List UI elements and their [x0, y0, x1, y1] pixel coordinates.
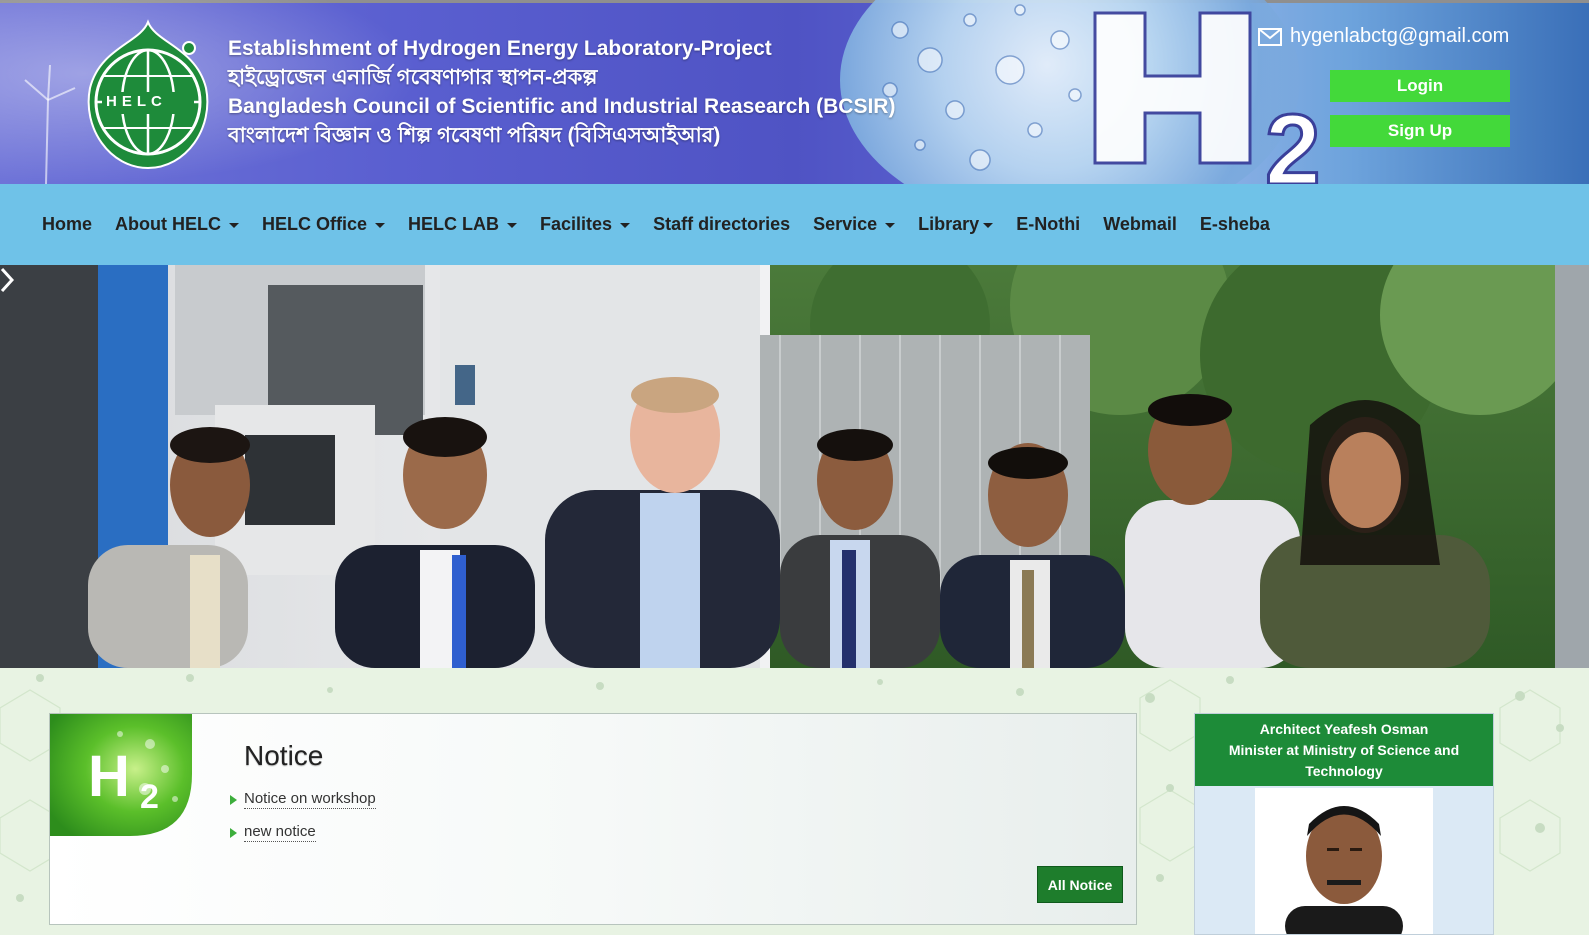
h2-notice-icon: H 2 — [50, 714, 192, 836]
login-button[interactable]: Login — [1330, 70, 1510, 102]
nav-library[interactable]: Library — [918, 214, 994, 235]
nav-label: HELC Office — [262, 214, 368, 234]
nav-e-sheba[interactable]: E-sheba — [1200, 214, 1270, 235]
logo-text: HELC — [106, 93, 167, 110]
title-line-bangla-council: বাংলাদেশ বিজ্ঞান ও শিল্প গবেষণা পরিষদ (ব… — [228, 124, 721, 147]
nav-label: Home — [42, 214, 93, 234]
list-item: new notice — [230, 823, 376, 842]
main-navbar: Home About HELC HELC Office HELC LAB Fac… — [0, 184, 1589, 265]
nav-label: Service — [813, 214, 878, 234]
all-notice-button[interactable]: All Notice — [1037, 866, 1123, 903]
title-line-english-council: Bangladesh Council of Scientific and Ind… — [228, 95, 896, 118]
nav-service[interactable]: Service — [813, 214, 896, 235]
minister-header: Architect Yeafesh Osman Minister at Mini… — [1195, 714, 1493, 786]
caret-down-icon — [620, 223, 631, 228]
notice-link[interactable]: Notice on workshop — [244, 790, 376, 809]
nav-label: Staff directories — [653, 214, 791, 234]
nav-label: HELC LAB — [408, 214, 500, 234]
title-line-english-project: Establishment of Hydrogen Energy Laborat… — [228, 37, 772, 60]
list-item: Notice on workshop — [230, 790, 376, 809]
minister-card: Architect Yeafesh Osman Minister at Mini… — [1194, 713, 1494, 935]
notice-card: H 2 Notice Notice on workshop new notice… — [49, 713, 1137, 925]
email-text: hygenlabctg@gmail.com — [1290, 25, 1510, 47]
signup-button[interactable]: Sign Up — [1330, 115, 1510, 147]
nav-helc-office[interactable]: HELC Office — [262, 214, 386, 235]
nav-about-helc[interactable]: About HELC — [115, 214, 239, 235]
bullet-arrow-icon — [230, 827, 237, 838]
notice-link[interactable]: new notice — [244, 823, 316, 842]
header-banner: HELC Establishment of Hydrogen Energy La… — [0, 0, 1589, 184]
notice-title: Notice — [244, 740, 324, 771]
caret-down-icon — [375, 223, 386, 228]
nav-label: Facilites — [540, 214, 613, 234]
minister-name: Architect Yeafesh Osman — [1259, 720, 1429, 737]
slider-next-arrow-icon[interactable] — [0, 265, 14, 295]
caret-down-icon — [229, 223, 239, 228]
svg-text:2: 2 — [140, 778, 159, 816]
nav-label: E-Nothi — [1016, 214, 1081, 234]
hero-slider — [0, 265, 1589, 668]
mail-icon — [1258, 27, 1282, 46]
nav-e-nothi[interactable]: E-Nothi — [1016, 214, 1080, 235]
nav-webmail[interactable]: Webmail — [1103, 214, 1177, 235]
nav-label: Library — [918, 214, 980, 234]
nav-label: Webmail — [1103, 214, 1177, 234]
minister-role: Minister at Ministry of Science and Tech… — [1228, 741, 1460, 779]
nav-label: E-sheba — [1199, 214, 1270, 234]
bullet-arrow-icon — [230, 794, 237, 805]
caret-down-icon — [885, 223, 896, 228]
nav-staff-directories[interactable]: Staff directories — [653, 214, 790, 235]
minister-photo — [1255, 788, 1433, 934]
notice-list: Notice on workshop new notice — [230, 790, 376, 856]
contact-email[interactable]: hygenlabctg@gmail.com — [1258, 25, 1509, 48]
title-line-bangla-project: হাইড্রোজেন এনার্জি গবেষণাগার স্থাপন-প্রক… — [228, 66, 598, 89]
wind-turbine-graphic — [24, 64, 76, 184]
nav-home[interactable]: Home — [42, 214, 92, 235]
nav-facilites[interactable]: Facilites — [540, 214, 631, 235]
svg-text:H: H — [88, 744, 130, 809]
svg-text:2: 2 — [1265, 94, 1321, 184]
nav-label: About HELC — [115, 214, 221, 234]
site-title-block: Establishment of Hydrogen Energy Laborat… — [228, 34, 895, 150]
nav-helc-lab[interactable]: HELC LAB — [408, 214, 518, 235]
caret-down-icon — [507, 223, 518, 228]
caret-down-icon — [983, 223, 994, 228]
hero-photo — [0, 265, 1589, 668]
